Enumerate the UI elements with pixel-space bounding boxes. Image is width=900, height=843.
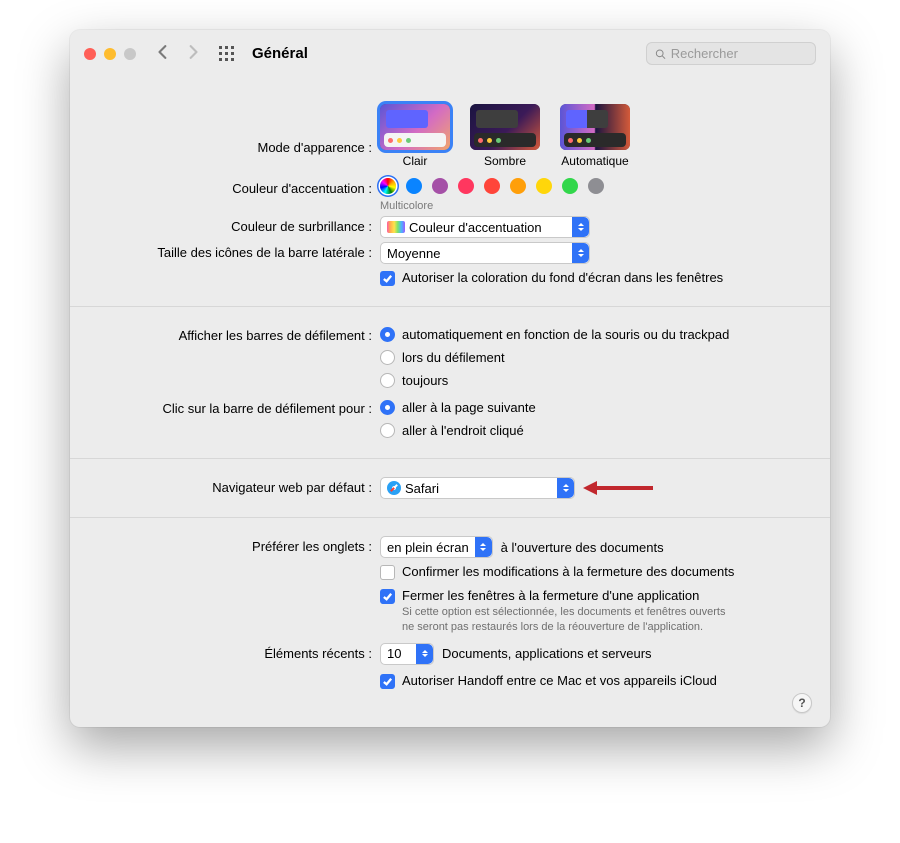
stepper-icon xyxy=(572,243,589,263)
search-input[interactable] xyxy=(671,46,807,61)
close-window-button[interactable] xyxy=(84,48,96,60)
stepper-icon xyxy=(557,478,574,498)
scrollbars-auto-label: automatiquement en fonction de la souris… xyxy=(402,327,729,342)
appearance-dark-label: Sombre xyxy=(484,154,526,168)
scrollbars-scroll-label: lors du défilement xyxy=(402,350,505,365)
wallpaper-tint-label: Autoriser la coloration du fond d'écran … xyxy=(402,270,723,285)
search-field[interactable] xyxy=(646,42,816,65)
appearance-auto-label: Automatique xyxy=(561,154,628,168)
recent-suffix: Documents, applications et serveurs xyxy=(442,646,652,661)
stepper-icon xyxy=(416,644,433,664)
browser-value: Safari xyxy=(405,481,439,496)
accent-label: Couleur d'accentuation : xyxy=(98,178,380,196)
accent-sublabel: Multicolore xyxy=(380,200,802,212)
scrollclick-next-radio[interactable] xyxy=(380,400,395,415)
content: Mode d'apparence : Clair xyxy=(70,78,830,727)
forward-button[interactable] xyxy=(186,45,200,62)
accent-blue[interactable] xyxy=(406,178,422,194)
appearance-auto[interactable] xyxy=(560,104,630,150)
gradient-chip-icon xyxy=(387,221,405,233)
accent-yellow[interactable] xyxy=(536,178,552,194)
safari-icon xyxy=(387,481,401,495)
confirm-close-label: Confirmer les modifications à la fermetu… xyxy=(402,564,734,579)
page-title: Général xyxy=(252,45,308,62)
scrollclick-spot-radio[interactable] xyxy=(380,423,395,438)
scrollclick-next-label: aller à la page suivante xyxy=(402,400,536,415)
recent-label: Éléments récents : xyxy=(98,643,380,661)
stepper-icon xyxy=(475,537,492,557)
sidebar-size-select[interactable]: Moyenne xyxy=(380,242,590,264)
highlight-label: Couleur de surbrillance : xyxy=(98,216,380,234)
zoom-window-button[interactable] xyxy=(124,48,136,60)
handoff-label: Autoriser Handoff entre ce Mac et vos ap… xyxy=(402,673,717,688)
browser-label: Navigateur web par défaut : xyxy=(98,477,380,495)
show-all-icon[interactable] xyxy=(218,45,236,63)
accent-swatches xyxy=(380,178,802,194)
appearance-dark[interactable] xyxy=(470,104,540,150)
toolbar: Général xyxy=(70,30,830,78)
accent-graphite[interactable] xyxy=(588,178,604,194)
close-windows-desc: Si cette option est sélectionnée, les do… xyxy=(402,605,732,635)
scrollbars-always-label: toujours xyxy=(402,373,448,388)
wallpaper-tint-checkbox[interactable] xyxy=(380,271,395,286)
recent-value: 10 xyxy=(387,646,407,661)
scrollbars-auto-radio[interactable] xyxy=(380,327,395,342)
appearance-label: Mode d'apparence : xyxy=(98,104,380,155)
highlight-value: Couleur d'accentuation xyxy=(409,220,542,235)
scrollclick-label: Clic sur la barre de défilement pour : xyxy=(98,398,380,416)
sidebar-size-value: Moyenne xyxy=(387,246,446,261)
tabs-mode-select[interactable]: en plein écran xyxy=(380,536,493,558)
minimize-window-button[interactable] xyxy=(104,48,116,60)
window-controls xyxy=(84,48,136,60)
sidebar-size-label: Taille des icônes de la barre latérale : xyxy=(98,242,380,260)
accent-purple[interactable] xyxy=(432,178,448,194)
recent-count-select[interactable]: 10 xyxy=(380,643,434,665)
nav-arrows xyxy=(156,45,200,62)
scrollbars-scroll-radio[interactable] xyxy=(380,350,395,365)
search-icon xyxy=(655,48,666,60)
scrollbars-label: Afficher les barres de défilement : xyxy=(98,325,380,343)
close-windows-checkbox[interactable] xyxy=(380,589,395,604)
close-windows-label: Fermer les fenêtres à la fermeture d'une… xyxy=(402,588,732,603)
scrollbars-always-radio[interactable] xyxy=(380,373,395,388)
default-browser-select[interactable]: Safari xyxy=(380,477,575,499)
handoff-checkbox[interactable] xyxy=(380,674,395,689)
highlight-select[interactable]: Couleur d'accentuation xyxy=(380,216,590,238)
preferences-window: Général Mode d'apparence : xyxy=(70,30,830,727)
tabs-mode-value: en plein écran xyxy=(387,540,475,555)
appearance-light[interactable] xyxy=(380,104,450,150)
accent-green[interactable] xyxy=(562,178,578,194)
tabs-suffix: à l'ouverture des documents xyxy=(501,540,664,555)
accent-orange[interactable] xyxy=(510,178,526,194)
tabs-label: Préférer les onglets : xyxy=(98,536,380,554)
help-button[interactable]: ? xyxy=(792,693,812,713)
accent-multicolor[interactable] xyxy=(380,178,396,194)
stepper-icon xyxy=(572,217,589,237)
accent-red[interactable] xyxy=(484,178,500,194)
accent-pink[interactable] xyxy=(458,178,474,194)
scrollclick-spot-label: aller à l'endroit cliqué xyxy=(402,423,524,438)
back-button[interactable] xyxy=(156,45,170,62)
annotation-arrow-icon xyxy=(583,482,653,494)
appearance-light-label: Clair xyxy=(403,154,428,168)
confirm-close-checkbox[interactable] xyxy=(380,565,395,580)
